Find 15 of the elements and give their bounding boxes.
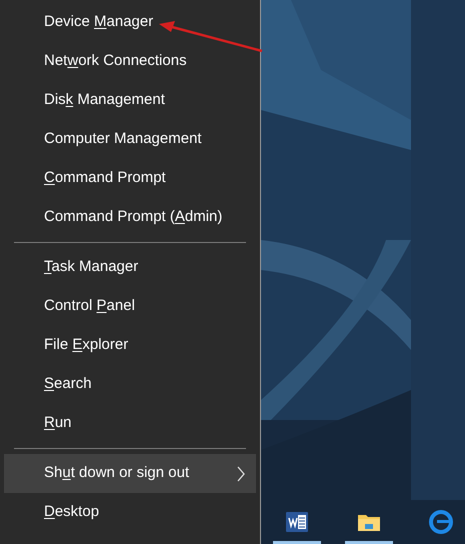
- menu-item[interactable]: Command Prompt (Admin): [4, 198, 256, 237]
- menu-item[interactable]: Network Connections: [4, 42, 256, 81]
- menu-item[interactable]: File Explorer: [4, 326, 256, 365]
- menu-item[interactable]: Search: [4, 365, 256, 404]
- menu-item[interactable]: Desktop: [4, 493, 256, 532]
- document-icon: [284, 509, 310, 535]
- browser-icon: [428, 509, 454, 535]
- menu-item[interactable]: Command Prompt: [4, 159, 256, 198]
- menu-item[interactable]: Computer Management: [4, 120, 256, 159]
- menu-item[interactable]: Control Panel: [4, 287, 256, 326]
- submenu-item[interactable]: Shut down or sign out: [4, 454, 256, 493]
- menu-item[interactable]: Device Manager: [4, 3, 256, 42]
- menu-item[interactable]: Run: [4, 404, 256, 443]
- menu-item[interactable]: Task Manager: [4, 248, 256, 287]
- menu-item[interactable]: Disk Management: [4, 81, 256, 120]
